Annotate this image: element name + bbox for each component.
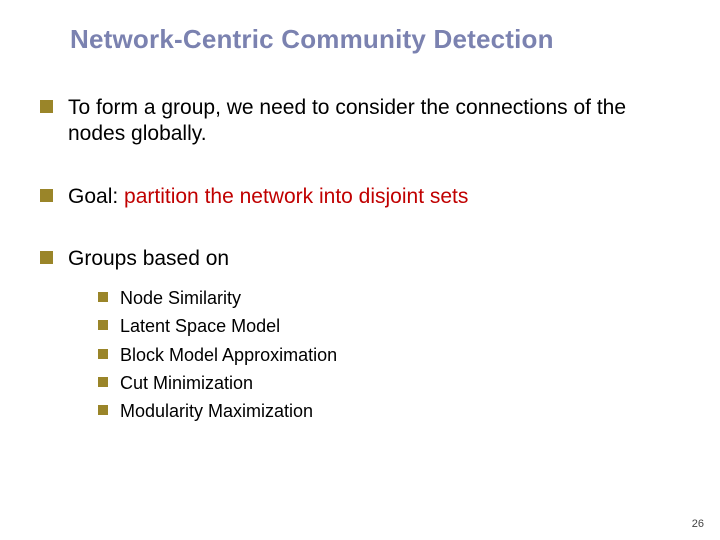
sub-bullet-item: Modularity Maximization [98, 399, 680, 423]
sub-bullet-list: Node Similarity Latent Space Model Block… [68, 286, 680, 423]
sub-bullet-item: Cut Minimization [98, 371, 680, 395]
bullet-item: Groups based on Node Similarity Latent S… [40, 246, 680, 424]
bullet-prefix: Goal: [68, 185, 124, 208]
sub-bullet-item: Block Model Approximation [98, 343, 680, 367]
bullet-item: Goal: partition the network into disjoin… [40, 184, 680, 210]
bullet-highlight: partition the network into disjoint sets [124, 185, 468, 208]
sub-bullet-item: Node Similarity [98, 286, 680, 310]
bullet-list: To form a group, we need to consider the… [40, 95, 680, 423]
page-number: 26 [692, 518, 704, 530]
bullet-text: To form a group, we need to consider the… [68, 96, 626, 145]
slide-title: Network-Centric Community Detection [70, 24, 680, 55]
bullet-text: Groups based on [68, 247, 229, 270]
sub-bullet-item: Latent Space Model [98, 314, 680, 338]
bullet-item: To form a group, we need to consider the… [40, 95, 680, 148]
slide: Network-Centric Community Detection To f… [0, 0, 720, 540]
